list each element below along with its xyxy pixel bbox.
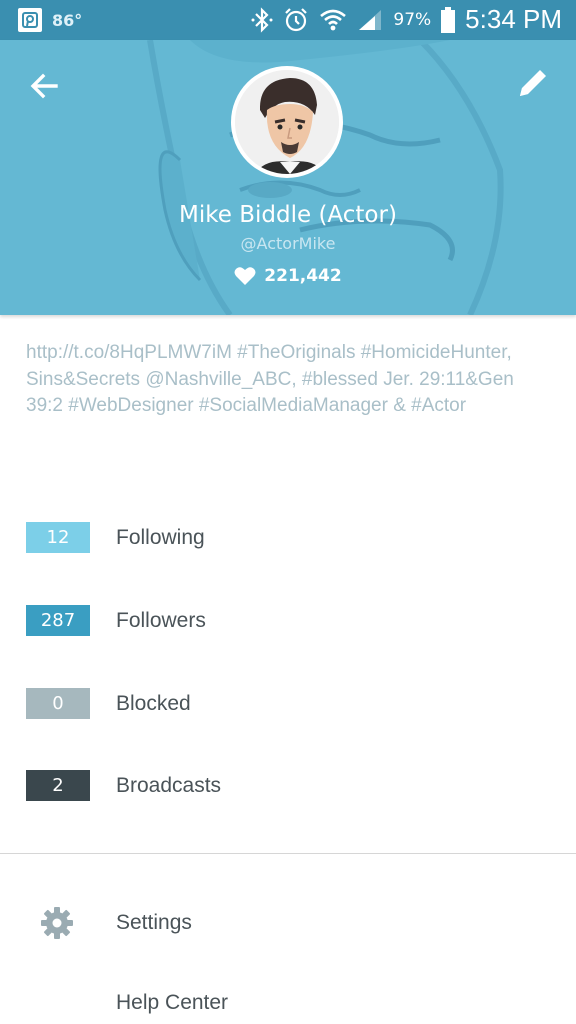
avatar-illustration <box>235 70 339 174</box>
followers-label: Followers <box>116 608 206 632</box>
stat-broadcasts[interactable]: 2 Broadcasts <box>26 770 221 801</box>
avatar[interactable] <box>235 70 339 174</box>
broadcasts-count-badge: 2 <box>26 770 90 801</box>
stat-following[interactable]: 12 Following <box>26 522 205 553</box>
arrow-left-icon <box>30 73 58 99</box>
status-left: 86° <box>18 8 82 32</box>
profile-name: Mike Biddle (Actor) <box>179 202 397 228</box>
wifi-icon <box>320 9 347 30</box>
alarm-icon <box>285 7 308 31</box>
profile-handle: @ActorMike <box>240 234 336 253</box>
profile-bio: http://t.co/8HqPLMW7iM #TheOriginals #Ho… <box>26 342 514 416</box>
battery-percent: 97% <box>393 9 432 30</box>
stat-followers[interactable]: 287 Followers <box>26 605 206 636</box>
hearts-count-value: 221,442 <box>264 266 342 286</box>
help-center-label: Help Center <box>116 991 229 1014</box>
help-center-menu-item[interactable]: Help Center <box>0 983 576 1023</box>
battery-icon <box>441 6 456 33</box>
gear-icon <box>41 907 73 939</box>
signal-icon <box>359 9 382 30</box>
blocked-label: Blocked <box>116 691 191 715</box>
status-bar: 86° 97% 5:34 PM <box>0 0 576 40</box>
status-right: 97% 5:34 PM <box>251 4 562 35</box>
section-divider <box>0 853 576 854</box>
followers-count-badge: 287 <box>26 605 90 636</box>
following-label: Following <box>116 525 205 549</box>
hearts-count: 221,442 <box>0 266 576 286</box>
temperature-text: 86° <box>52 10 83 30</box>
stat-blocked[interactable]: 0 Blocked <box>26 688 191 719</box>
blocked-count-badge: 0 <box>26 688 90 719</box>
settings-menu-item[interactable]: Settings <box>0 903 576 943</box>
settings-label: Settings <box>116 911 192 934</box>
pencil-icon <box>520 70 546 96</box>
profile-header: Mike Biddle (Actor) @ActorMike 221,442 <box>0 40 576 315</box>
broadcasts-label: Broadcasts <box>116 773 222 797</box>
following-count-badge: 12 <box>26 522 90 553</box>
periscope-app-icon <box>18 8 42 32</box>
heart-icon <box>234 267 256 285</box>
bluetooth-icon <box>251 6 273 33</box>
back-button[interactable] <box>26 68 62 104</box>
clock-time: 5:34 PM <box>465 4 562 34</box>
edit-profile-button[interactable] <box>516 66 550 100</box>
avatar-ring <box>231 66 343 178</box>
